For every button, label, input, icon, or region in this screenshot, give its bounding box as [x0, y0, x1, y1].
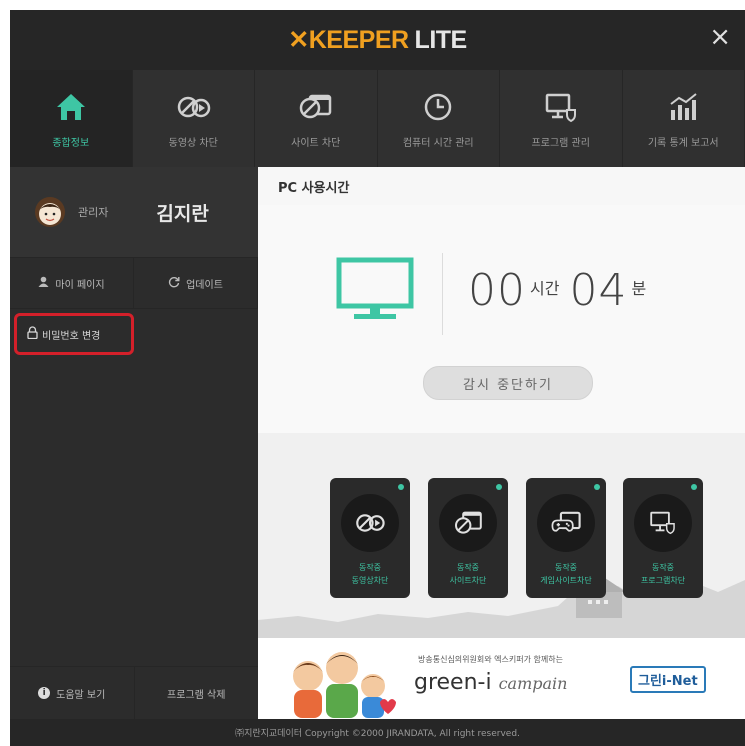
hours-unit: 시간 — [530, 279, 560, 298]
user-icon — [38, 276, 49, 290]
status-tiles-area: 동작중 동영상차단 동작중 사이트차단 동작중 게임사이트차단 동작중 프로그램… — [258, 433, 745, 638]
clock-icon — [425, 93, 452, 121]
nav-item-time-manage[interactable]: 컴퓨터 시간 관리 — [378, 70, 500, 167]
banner-subtitle: 방송통신심의위원회와 엑스키퍼가 함께하는 — [418, 655, 563, 664]
nav-label: 종합정보 — [52, 138, 90, 149]
nav-label: 프로그램 관리 — [531, 138, 590, 149]
nav-item-site-block[interactable]: 사이트 차단 — [255, 70, 378, 167]
tile-status: 동작중 — [554, 563, 578, 572]
tile-status: 동작중 — [456, 563, 480, 572]
program-block-tile[interactable]: 동작중 프로그램차단 — [623, 478, 703, 598]
lock-icon — [27, 326, 38, 342]
tile-label: 프로그램차단 — [640, 576, 686, 585]
video-block-icon — [341, 494, 399, 552]
active-dot — [398, 484, 404, 490]
stop-monitoring-button[interactable]: 감시 중단하기 — [423, 366, 593, 400]
active-dot — [691, 484, 697, 490]
divider — [442, 253, 443, 335]
main-panel: PC 사용시간 00 시간 04 분 감시 중단하기 동작중 동영상차단 동작중… — [258, 167, 745, 719]
nav-label: 컴퓨터 시간 관리 — [402, 138, 474, 149]
logo-brand: KEEPER — [308, 26, 409, 54]
profile-panel: 관리자 김지란 — [10, 167, 258, 258]
refresh-icon — [168, 276, 180, 291]
video-block-tile[interactable]: 동작중 동영상차단 — [330, 478, 410, 598]
mypage-button[interactable]: 마이 페이지 — [10, 258, 134, 308]
family-illustration — [293, 652, 396, 718]
active-dot — [594, 484, 600, 490]
logo-suffix: LITE — [414, 26, 468, 54]
mypage-label: 마이 페이지 — [55, 279, 105, 291]
tile-status: 동작중 — [358, 563, 382, 572]
program-icon — [545, 93, 576, 123]
help-button[interactable]: i 도움말 보기 — [10, 667, 135, 719]
update-label: 업데이트 — [186, 279, 223, 291]
gamepad-block-icon — [537, 494, 595, 552]
remove-program-button[interactable]: 프로그램 삭제 — [135, 667, 259, 719]
campaign-script: campain — [498, 674, 568, 693]
nav-item-overview[interactable]: 종합정보 — [10, 70, 133, 167]
update-button[interactable]: 업데이트 — [134, 258, 258, 308]
section-title: PC 사용시간 — [258, 167, 745, 206]
nav-item-video-block[interactable]: 동영상 차단 — [133, 70, 255, 167]
title-bar: ✕KEEPER LITE × — [10, 10, 745, 70]
site-block-tile[interactable]: 동작중 사이트차단 — [428, 478, 508, 598]
campaign-name: green-i — [414, 670, 492, 695]
profile-actions: 마이 페이지 업데이트 — [10, 258, 258, 309]
main-nav: 종합정보 동영상 차단 사이트 차단 컴퓨터 시간 관리 프로그램 관리 기록 … — [10, 70, 745, 167]
game-site-block-tile[interactable]: 동작중 게임사이트차단 — [526, 478, 606, 598]
tile-label: 동영상차단 — [351, 576, 389, 585]
usage-panel: 00 시간 04 분 감시 중단하기 — [258, 205, 745, 433]
nav-label: 기록 통계 보고서 — [647, 138, 719, 149]
tile-label: 사이트차단 — [449, 576, 487, 585]
nav-item-program-manage[interactable]: 프로그램 관리 — [500, 70, 623, 167]
app-window: ✕KEEPER LITE × 종합정보 동영상 차단 사이트 차단 컴퓨터 시간… — [10, 10, 745, 746]
profile-role: 관리자 — [78, 206, 109, 219]
avatar — [35, 197, 65, 227]
minutes-value: 04 — [569, 265, 628, 316]
tile-status: 동작중 — [651, 563, 675, 572]
green-i-net-logo: 그린i-Net — [630, 666, 706, 693]
usage-time: 00 시간 04 분 — [468, 265, 656, 316]
home-icon — [56, 94, 85, 120]
nav-label: 사이트 차단 — [291, 138, 341, 149]
video-block-icon — [178, 96, 211, 118]
nav-label: 동영상 차단 — [168, 138, 218, 149]
tile-label: 게임사이트차단 — [540, 576, 592, 585]
change-password-label: 비밀번호 변경 — [42, 330, 101, 342]
monitor-icon — [336, 257, 414, 319]
remove-label: 프로그램 삭제 — [167, 689, 226, 701]
logo-mark: ✕ — [288, 26, 309, 54]
sidebar: 관리자 김지란 마이 페이지 업데이트 비밀번호 변경 i 도움말 보기 프로그… — [10, 167, 258, 719]
hours-value: 00 — [468, 265, 526, 316]
minutes-unit: 분 — [631, 279, 647, 298]
banner-campaign: green-i campain — [414, 670, 567, 695]
sidebar-footer: i 도움말 보기 프로그램 삭제 — [10, 666, 258, 719]
site-block-icon — [299, 94, 331, 119]
info-icon: i — [38, 687, 51, 699]
campaign-banner[interactable]: 방송통신심의위원회와 엑스키퍼가 함께하는 green-i campain 그린… — [258, 638, 745, 719]
site-block-icon — [439, 494, 497, 552]
profile-name: 김지란 — [156, 202, 209, 225]
close-icon[interactable]: × — [709, 22, 731, 52]
app-logo: ✕KEEPER LITE — [288, 25, 468, 55]
chart-icon — [670, 93, 697, 120]
change-password-button[interactable]: 비밀번호 변경 — [14, 313, 134, 355]
program-icon — [634, 494, 692, 552]
nav-item-report[interactable]: 기록 통계 보고서 — [623, 70, 745, 167]
active-dot — [496, 484, 502, 490]
copyright-footer: ㈜지란지교데이터 Copyright ©2000 JIRANDATA, All … — [10, 719, 745, 746]
help-label: 도움말 보기 — [56, 689, 106, 701]
